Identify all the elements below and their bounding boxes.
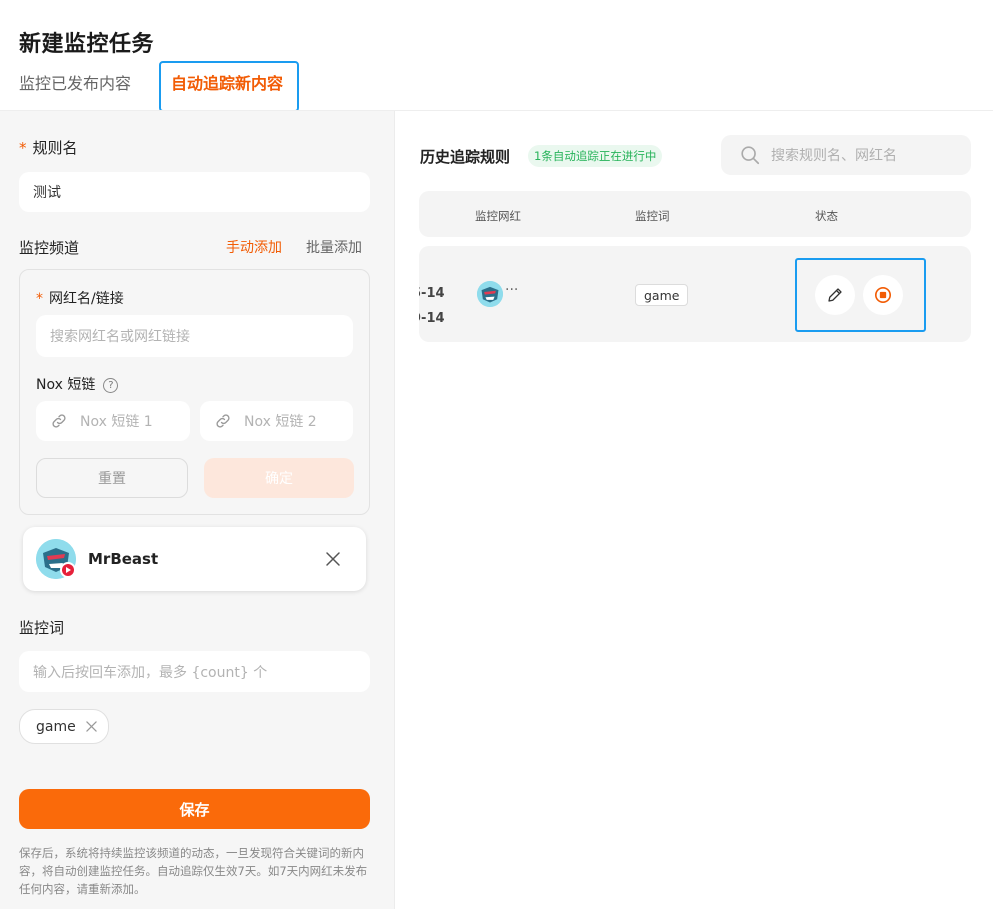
link-icon [216,414,230,428]
keyword-input[interactable]: 输入后按回车添加，最多 {count} 个 [19,651,370,692]
rule-name-label: * 规则名 [19,137,78,158]
required-mark: * [36,291,43,307]
kol-label: * 网红名/链接 [36,288,124,308]
batch-add-link[interactable]: 批量添加 [306,237,362,257]
row-date-end: 9-14 [419,311,445,326]
rule-form-panel: * 规则名 测试 监控频道 手动添加 批量添加 * 网红名/链接 搜索网红名或网红链… [0,111,395,909]
manual-add-link[interactable]: 手动添加 [226,237,282,257]
row-date-start: 5-14 [419,286,445,301]
keyword-tag: game [19,709,109,744]
kol-search-input[interactable]: 搜索网红名或网红链接 [36,315,353,357]
avatar [477,281,503,307]
channel-label: 监控频道 [19,239,80,257]
row-keyword-tag: game [635,284,689,306]
nox-link-placeholder-2: Nox 短链 2 [244,414,317,430]
link-icon [52,414,66,428]
help-icon[interactable]: ? [103,377,119,393]
channel-add-box: * 网红名/链接 搜索网红名或网红链接 Nox 短链? Nox 短链 1 Nox … [19,269,370,515]
save-note: 保存后，系统将持续监控该频道的动态，一旦发现符合关键词的新内容，将自动创建监控任… [19,846,368,896]
kol-label-text: 网红名/链接 [49,291,124,307]
column-kol: 监控网红 [475,209,521,223]
history-table-header: 监控网红 监控词 状态 [419,191,971,237]
selected-channel-card: MrBeast [23,527,366,591]
search-placeholder: 搜索规则名、网红名 [771,148,897,164]
nox-label-text: Nox 短链 [36,377,96,393]
reset-button[interactable]: 重置 [36,458,188,498]
keywords-label: 监控词 [19,619,65,637]
close-icon[interactable] [325,551,341,567]
tab-monitor-published[interactable]: 监控已发布内容 [19,70,131,94]
confirm-button[interactable]: 确定 [204,458,354,498]
required-mark: * [19,139,27,157]
close-icon[interactable] [85,721,97,732]
nox-link-input-2[interactable]: Nox 短链 2 [200,401,353,441]
status-badge: 1条自动追踪正在进行中 [528,145,663,167]
channel-name: MrBeast [88,550,159,568]
active-tab-highlight [159,61,299,112]
history-search-input[interactable]: 搜索规则名、网红名 [721,135,971,175]
nox-link-placeholder-1: Nox 短链 1 [80,414,153,430]
rule-name-input[interactable]: 测试 [19,172,370,212]
history-title: 历史追踪规则 [420,148,511,166]
page-title: 新建监控任务 [19,32,155,57]
keyword-tag-label: game [36,718,76,735]
mascot-icon [477,281,503,307]
nox-link-input-1[interactable]: Nox 短链 1 [36,401,190,441]
save-button[interactable]: 保存 [19,789,370,829]
rule-name-label-text: 规则名 [32,139,78,157]
action-buttons-highlight [795,258,926,332]
column-status: 状态 [815,209,838,223]
nox-label: Nox 短链? [36,374,119,394]
youtube-icon [60,562,76,578]
more-avatars[interactable]: ··· [505,282,518,298]
search-icon [741,146,760,165]
column-keyword: 监控词 [635,209,670,223]
